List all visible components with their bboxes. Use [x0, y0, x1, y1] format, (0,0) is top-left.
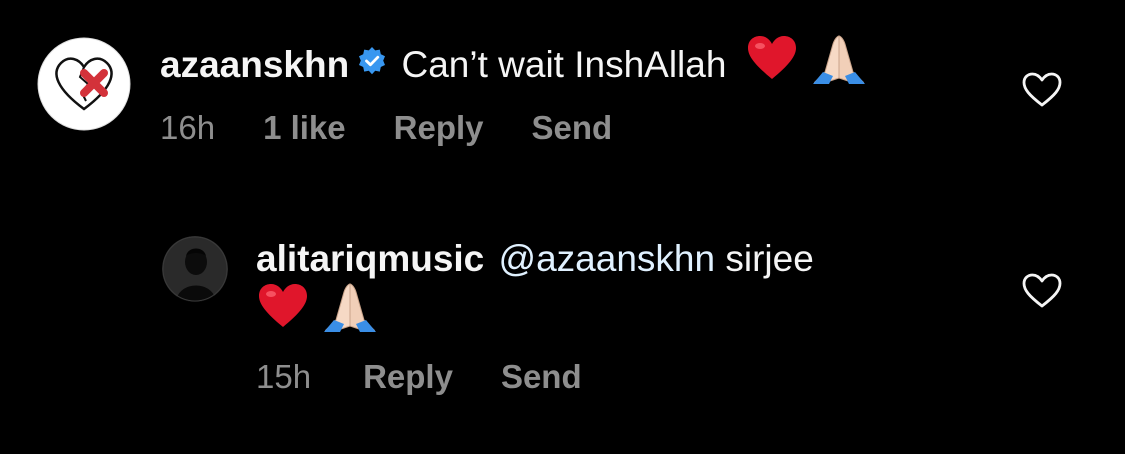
comment-text: sirjee: [725, 238, 814, 279]
reply-body-line-1: alitariqmusic @azaanskhn sirjee: [256, 237, 814, 281]
like-heart-icon[interactable]: [1022, 273, 1062, 309]
reply-button[interactable]: Reply: [363, 357, 453, 397]
profile-photo-icon: [162, 236, 228, 302]
red-heart-icon: [747, 35, 797, 91]
red-heart-icon: [258, 283, 308, 339]
folded-hands-icon: [322, 280, 378, 342]
mention-link[interactable]: @azaanskhn: [499, 238, 716, 279]
reply-meta: 15h Reply Send: [256, 357, 582, 397]
comment-time: 16h: [160, 109, 216, 146]
reply-button[interactable]: Reply: [394, 108, 484, 148]
folded-hands-icon: [811, 32, 867, 94]
send-button[interactable]: Send: [501, 357, 582, 397]
comment-text: Can’t wait InshAllah: [401, 43, 727, 85]
send-button[interactable]: Send: [532, 108, 613, 148]
username[interactable]: alitariqmusic: [256, 238, 484, 279]
like-heart-icon[interactable]: [1022, 72, 1062, 108]
comment-time: 15h: [256, 358, 312, 395]
likes-count[interactable]: 1 like: [263, 108, 346, 148]
comment-meta: 16h 1 like Reply Send: [160, 108, 612, 148]
verified-badge-icon: [357, 42, 387, 86]
broken-heart-avatar-icon: [37, 37, 131, 131]
avatar[interactable]: [162, 236, 228, 302]
reply-body-line-2: [258, 283, 378, 346]
username[interactable]: azaanskhn: [160, 44, 349, 85]
comment-body: azaanskhn Can’t wait InshAllah: [160, 35, 867, 98]
avatar[interactable]: [37, 37, 131, 131]
